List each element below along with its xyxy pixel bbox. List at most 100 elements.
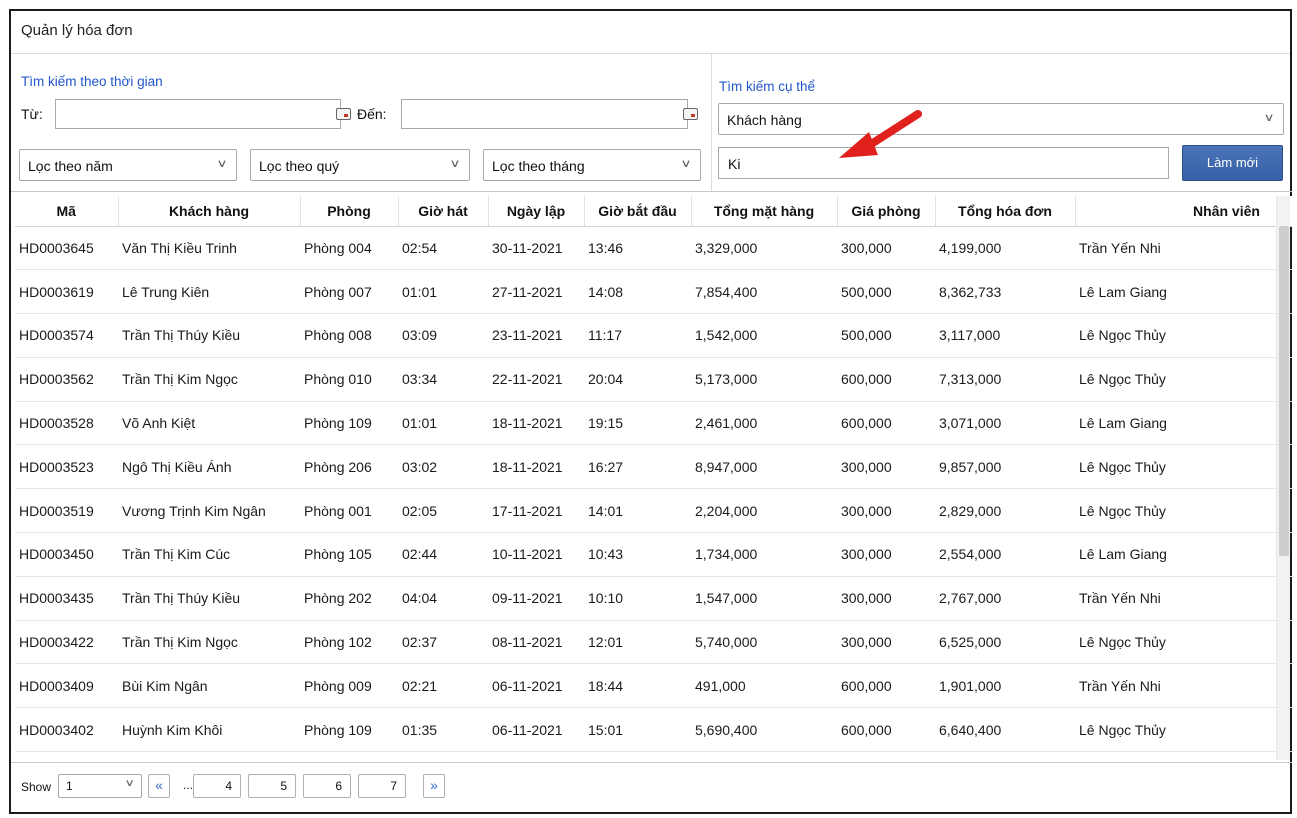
cell-duration: 02:21 bbox=[398, 663, 488, 709]
page-button-5[interactable]: 5 bbox=[248, 774, 296, 798]
page-button-label: 5 bbox=[280, 779, 287, 793]
cell-customer: Trần Thị Kim Ngọc bbox=[118, 357, 300, 402]
table-row[interactable]: HD0003619 Lê Trung Kiên Phòng 007 01:01 27-1… bbox=[15, 269, 1292, 315]
cell-room-price: 300,000 bbox=[837, 576, 935, 621]
cell-start-time: 11:17 bbox=[584, 313, 691, 358]
quarter-filter-select[interactable]: Lọc theo quý ∨ bbox=[250, 149, 470, 181]
from-date-field[interactable] bbox=[55, 99, 341, 129]
table-row[interactable]: HD0003645 Văn Thị Kiều Trinh Phòng 004 02:5… bbox=[15, 226, 1292, 271]
cell-staff: Lê Ngọc Thủy bbox=[1075, 444, 1292, 490]
column-header-invoice-total[interactable]: Tổng hóa đơn bbox=[935, 196, 1076, 227]
cell-start-time: 10:10 bbox=[584, 576, 691, 621]
pagination-ellipsis: ... bbox=[183, 778, 194, 792]
table-row[interactable]: HD0003402 Huỳnh Kim Khôi Phòng 109 01:35 06-… bbox=[15, 707, 1292, 753]
cell-items-total: 1,542,000 bbox=[691, 313, 837, 358]
next-pages-icon[interactable]: » bbox=[423, 774, 445, 798]
column-header-room[interactable]: Phòng bbox=[300, 196, 399, 227]
scrollbar-thumb[interactable] bbox=[1279, 226, 1289, 556]
cell-start-time: 13:46 bbox=[584, 226, 691, 271]
cell-room: Phòng 009 bbox=[300, 663, 398, 709]
column-header-room-price[interactable]: Giá phòng bbox=[837, 196, 936, 227]
table-row[interactable]: HD0003409 Bùi Kim Ngân Phòng 009 02:21 06-11… bbox=[15, 663, 1292, 709]
column-header-staff[interactable]: Nhân viên bbox=[1075, 196, 1292, 227]
search-field-select[interactable]: Khách hàng ∨ bbox=[718, 103, 1284, 135]
calendar-icon[interactable] bbox=[336, 108, 351, 120]
cell-invoice-total: 3,071,000 bbox=[935, 401, 1075, 446]
table-row[interactable]: HD0003562 Trần Thị Kim Ngọc Phòng 010 03:34… bbox=[15, 357, 1292, 402]
cell-start-time: 15:01 bbox=[584, 707, 691, 753]
table-row[interactable]: HD0003523 Ngô Thị Kiều Ánh Phòng 206 03:02 1… bbox=[15, 444, 1292, 490]
cell-start-time: 18:44 bbox=[584, 663, 691, 709]
cell-customer: Bùi Kim Ngân bbox=[118, 663, 300, 709]
table-row[interactable]: HD0003574 Trần Thị Thúy Kiều Phòng 008 03:0… bbox=[15, 313, 1292, 358]
cell-start-time: 14:08 bbox=[584, 269, 691, 315]
cell-room: Phòng 105 bbox=[300, 532, 398, 577]
table-row[interactable]: HD0003422 Trần Thị Kim Ngọc Phòng 102 02:37… bbox=[15, 620, 1292, 665]
cell-duration: 03:02 bbox=[398, 444, 488, 490]
cell-staff: Lê Lam Giang bbox=[1075, 532, 1292, 577]
cell-code: HD0003422 bbox=[15, 620, 118, 665]
cell-date: 27-11-2021 bbox=[488, 269, 584, 315]
table-scrollbar[interactable] bbox=[1276, 196, 1290, 760]
column-header-date[interactable]: Ngày lập bbox=[488, 196, 585, 227]
cell-customer: Huỳnh Kim Khôi bbox=[118, 707, 300, 753]
table-row[interactable]: HD0003435 Trần Thị Thúy Kiều Phòng 202 04:0… bbox=[15, 576, 1292, 621]
from-label: Từ: bbox=[21, 106, 43, 122]
cell-date: 18-11-2021 bbox=[488, 401, 584, 446]
cell-room-price: 600,000 bbox=[837, 663, 935, 709]
cell-customer: Ngô Thị Kiều Ánh bbox=[118, 444, 300, 490]
table-row[interactable]: HD0003450 Trần Thị Kim Cúc Phòng 105 02:44 1… bbox=[15, 532, 1292, 577]
column-header-code[interactable]: Mã bbox=[15, 196, 119, 227]
cell-staff: Lê Ngọc Thủy bbox=[1075, 313, 1292, 358]
cell-date: 06-11-2021 bbox=[488, 707, 584, 753]
column-header-duration[interactable]: Giờ hát bbox=[398, 196, 489, 227]
column-header-items-total[interactable]: Tổng mặt hàng bbox=[691, 196, 838, 227]
cell-code: HD0003519 bbox=[15, 488, 118, 534]
month-filter-select[interactable]: Lọc theo tháng ∨ bbox=[483, 149, 701, 181]
invoice-table-container: Mã Khách hàng Phòng Giờ hát Ngày lập Giờ… bbox=[11, 191, 1292, 763]
page-button-label: 6 bbox=[335, 779, 342, 793]
cell-room-price: 600,000 bbox=[837, 401, 935, 446]
table-row[interactable]: HD0003528 Võ Anh Kiệt Phòng 109 01:01 18-11-… bbox=[15, 401, 1292, 446]
chevron-down-icon: ∨ bbox=[449, 158, 461, 170]
table-row[interactable]: HD0003519 Vương Trịnh Kim Ngân Phòng 001 02… bbox=[15, 488, 1292, 534]
column-header-start-time[interactable]: Giờ bắt đầu bbox=[584, 196, 692, 227]
page-select[interactable]: 1 ∨ bbox=[58, 774, 142, 798]
page-button-label: 4 bbox=[225, 779, 232, 793]
cell-customer: Trần Thị Thúy Kiều bbox=[118, 576, 300, 621]
cell-date: 17-11-2021 bbox=[488, 488, 584, 534]
cell-duration: 01:35 bbox=[398, 707, 488, 753]
cell-staff: Lê Ngọc Thủy bbox=[1075, 707, 1292, 753]
cell-staff: Trần Yến Nhi bbox=[1075, 226, 1292, 271]
cell-staff: Lê Lam Giang bbox=[1075, 269, 1292, 315]
cell-staff: Trần Yến Nhi bbox=[1075, 663, 1292, 709]
cell-invoice-total: 6,525,000 bbox=[935, 620, 1075, 665]
page-button-6[interactable]: 6 bbox=[303, 774, 351, 798]
cell-invoice-total: 4,199,000 bbox=[935, 226, 1075, 271]
cell-duration: 02:05 bbox=[398, 488, 488, 534]
cell-room: Phòng 008 bbox=[300, 313, 398, 358]
cell-date: 18-11-2021 bbox=[488, 444, 584, 490]
cell-code: HD0003645 bbox=[15, 226, 118, 271]
column-header-customer[interactable]: Khách hàng bbox=[118, 196, 301, 227]
table-header-row: Mã Khách hàng Phòng Giờ hát Ngày lập Giờ… bbox=[15, 196, 1292, 227]
cell-code: HD0003619 bbox=[15, 269, 118, 315]
prev-pages-icon[interactable]: « bbox=[148, 774, 170, 798]
cell-start-time: 16:27 bbox=[584, 444, 691, 490]
cell-room: Phòng 007 bbox=[300, 269, 398, 315]
cell-room-price: 500,000 bbox=[837, 313, 935, 358]
page-button-4[interactable]: 4 bbox=[193, 774, 241, 798]
cell-date: 09-11-2021 bbox=[488, 576, 584, 621]
cell-staff: Lê Lam Giang bbox=[1075, 401, 1292, 446]
calendar-icon[interactable] bbox=[683, 108, 698, 120]
cell-items-total: 2,461,000 bbox=[691, 401, 837, 446]
to-date-field[interactable] bbox=[401, 99, 688, 129]
refresh-button[interactable]: Làm mới bbox=[1182, 145, 1283, 181]
year-filter-select[interactable]: Lọc theo năm ∨ bbox=[19, 149, 237, 181]
cell-date: 08-11-2021 bbox=[488, 620, 584, 665]
cell-code: HD0003528 bbox=[15, 401, 118, 446]
chevron-down-icon: ∨ bbox=[216, 158, 228, 170]
cell-start-time: 14:01 bbox=[584, 488, 691, 534]
page-button-7[interactable]: 7 bbox=[358, 774, 406, 798]
cell-customer: Trần Thị Kim Ngọc bbox=[118, 620, 300, 665]
